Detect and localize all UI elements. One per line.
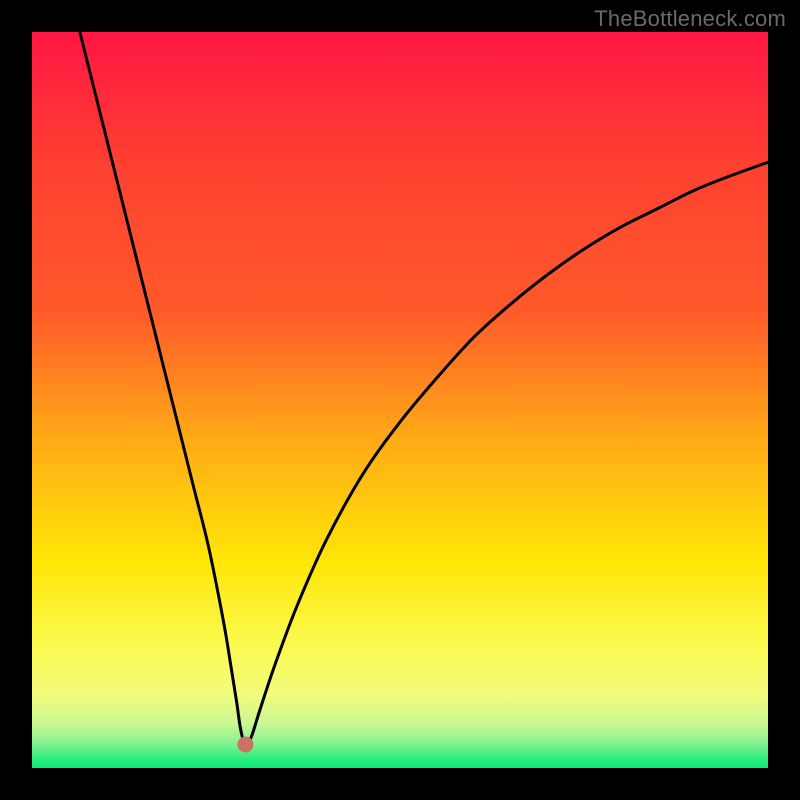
watermark-text: TheBottleneck.com xyxy=(594,6,786,32)
gradient-background xyxy=(32,32,768,768)
minimum-point-marker xyxy=(237,736,253,752)
chart-frame: TheBottleneck.com xyxy=(0,0,800,800)
plot-area xyxy=(32,32,768,768)
plot-svg xyxy=(32,32,768,768)
